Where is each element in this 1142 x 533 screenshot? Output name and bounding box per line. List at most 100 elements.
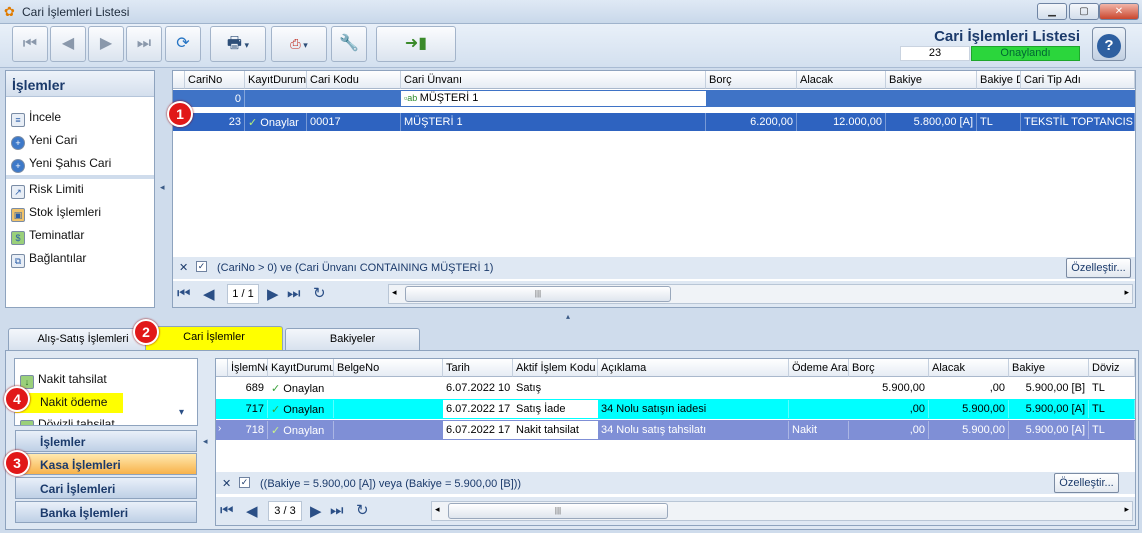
action-yeni-sahis-cari[interactable]: + Yeni Şahıs Cari <box>11 156 111 173</box>
scroll-thumb[interactable]: ||| <box>448 503 668 519</box>
last-icon: ⏭ <box>136 35 152 52</box>
column-header[interactable]: KayıtDurumu <box>245 71 307 89</box>
close-button[interactable]: ✕ <box>1099 3 1139 20</box>
export-pdf-button[interactable]: ⎙ ▾ <box>271 26 327 62</box>
minimize-button[interactable]: ▁ <box>1037 3 1067 20</box>
filter-bar: ✕ ✓ (CariNo > 0) ve (Cari Ünvanı CONTAIN… <box>173 257 1135 279</box>
first-page-icon[interactable]: ⏮ <box>177 285 191 302</box>
column-header[interactable]: Alacak <box>929 359 1009 377</box>
horizontal-scrollbar[interactable]: ◂ ||| ▸ <box>431 501 1133 521</box>
help-button[interactable]: ? <box>1092 27 1126 61</box>
column-header[interactable]: Açıklama <box>598 359 789 377</box>
action-nakit-tahsilat[interactable]: ↓ Nakit tahsilat <box>20 372 107 389</box>
filter-carino[interactable]: 0 <box>185 90 245 108</box>
next-record-button[interactable]: ▶ <box>88 26 124 62</box>
table-row[interactable]: 689 ✓ Onaylan 6.07.2022 10 Satış 5.900,0… <box>216 378 1135 398</box>
column-header[interactable]: Bakiye <box>886 71 977 89</box>
exit-button[interactable]: ➜▮ <box>376 26 456 62</box>
scroll-left-icon[interactable]: ◂ <box>435 504 440 515</box>
filter-enabled-checkbox[interactable]: ✓ <box>196 261 207 272</box>
column-header[interactable]: Borç <box>849 359 929 377</box>
column-header[interactable]: Tarih <box>443 359 513 377</box>
clear-filter-icon[interactable]: ✕ <box>179 261 188 274</box>
column-header[interactable]: İşlemNo <box>228 359 268 377</box>
refresh-button[interactable]: ⟳ <box>165 26 201 62</box>
filter-enabled-checkbox[interactable]: ✓ <box>239 477 250 488</box>
table-row[interactable]: 23 ✓ Onaylar 00017 MÜŞTERİ 1 6.200,00 12… <box>173 113 1135 131</box>
action-baglantilar[interactable]: ⧉ Bağlantılar <box>11 251 86 268</box>
column-header[interactable]: Borç <box>706 71 797 89</box>
customize-button[interactable]: Özelleştir... <box>1054 473 1119 493</box>
column-header[interactable]: Bakiye D <box>977 71 1021 89</box>
column-header[interactable]: CariNo <box>185 71 245 89</box>
column-header[interactable]: Cari Kodu <box>307 71 401 89</box>
column-header[interactable]: Döviz <box>1089 359 1135 377</box>
action-risk-limiti[interactable]: ↗ Risk Limiti <box>11 182 84 199</box>
check-icon: ✓ <box>248 117 261 129</box>
collapse-left-icon[interactable]: ◂ <box>160 182 165 193</box>
pdf-save-icon: ⎙ <box>290 36 301 51</box>
action-stok-islemleri[interactable]: ▣ Stok İşlemleri <box>11 205 101 222</box>
tab-bakiyeler[interactable]: Bakiyeler <box>285 328 420 350</box>
filter-bar: ✕ ✓ ((Bakiye = 5.900,00 [A]) veya (Bakiy… <box>216 472 1135 494</box>
first-page-icon[interactable]: ⏮ <box>220 502 234 519</box>
next-page-icon[interactable]: ▶ <box>267 285 279 303</box>
last-record-button[interactable]: ⏭ <box>126 26 162 62</box>
print-button[interactable]: 🖶 ▾ <box>210 26 266 62</box>
column-header[interactable]: Cari Ünvanı <box>401 71 706 89</box>
customize-button[interactable]: Özelleştir... <box>1066 258 1131 278</box>
action-yeni-cari[interactable]: + Yeni Cari <box>11 133 77 150</box>
nav-islemler[interactable]: İşlemler <box>15 430 197 452</box>
nav-cari-islemleri[interactable]: Cari İşlemleri <box>15 477 197 499</box>
money-icon: $ <box>11 231 25 245</box>
tab-cari-islemler[interactable]: Cari İşlemler <box>145 326 283 350</box>
prev-page-icon[interactable]: ◀ <box>203 285 215 303</box>
action-nakit-odeme[interactable]: Nakit ödeme <box>15 393 123 413</box>
column-header[interactable]: BelgeNo <box>334 359 443 377</box>
scroll-down-icon[interactable]: ▾ <box>179 407 184 418</box>
clear-filter-icon[interactable]: ✕ <box>222 477 231 490</box>
scroll-thumb[interactable]: ||| <box>405 286 671 302</box>
add-icon: + <box>11 136 25 150</box>
table-row[interactable]: 717 ✓ Onaylan 6.07.2022 17 Satış İade 34… <box>216 399 1135 419</box>
refresh-page-icon[interactable]: ↻ <box>356 501 369 519</box>
collapse-left-icon[interactable]: ◂ <box>203 436 208 447</box>
filter-unvan-input[interactable]: ▫ab MÜŞTERİ 1 <box>401 91 706 106</box>
previous-icon: ◀ <box>61 35 75 52</box>
help-icon: ? <box>1097 34 1121 58</box>
splitter-grip-icon[interactable]: ▴ <box>566 312 570 321</box>
action-incele[interactable]: ≡ İncele <box>11 110 61 127</box>
nav-banka-islemleri[interactable]: Banka İşlemleri <box>15 501 197 523</box>
column-header[interactable]: Alacak <box>797 71 886 89</box>
page-indicator: 3 / 3 <box>268 501 302 521</box>
last-page-icon[interactable]: ⏭ <box>330 502 344 519</box>
scroll-right-icon[interactable]: ▸ <box>1124 504 1129 515</box>
check-icon: ✓ <box>271 404 284 416</box>
last-page-icon[interactable]: ⏭ <box>287 285 301 302</box>
action-dovizli-tahsilat[interactable]: ↓Dövizli tahsilat <box>20 417 115 425</box>
column-header[interactable]: Aktif İşlem Kodu <box>513 359 598 377</box>
previous-record-button[interactable]: ◀ <box>50 26 86 62</box>
column-header[interactable]: Cari Tip Adı <box>1021 71 1135 89</box>
prev-page-icon[interactable]: ◀ <box>246 502 258 520</box>
refresh-page-icon[interactable]: ↻ <box>313 284 326 302</box>
window-title: Cari İşlemleri Listesi <box>22 5 130 19</box>
scroll-left-icon[interactable]: ◂ <box>392 287 397 298</box>
next-page-icon[interactable]: ▶ <box>310 502 322 520</box>
add-icon: + <box>11 159 25 173</box>
column-header[interactable]: Ödeme Ara <box>789 359 849 377</box>
table-row[interactable]: › 718 ✓ Onaylan 6.07.2022 17 Nakit tahsi… <box>216 420 1135 440</box>
column-header[interactable]: KayıtDurumu <box>268 359 334 377</box>
column-header[interactable]: Bakiye <box>1009 359 1089 377</box>
horizontal-scrollbar[interactable]: ◂ ||| ▸ <box>388 284 1133 304</box>
next-icon: ▶ <box>99 35 113 52</box>
scroll-right-icon[interactable]: ▸ <box>1124 287 1129 298</box>
action-teminatlar[interactable]: $ Teminatlar <box>11 228 84 245</box>
first-icon: ⏮ <box>22 35 38 52</box>
maximize-button[interactable]: ▢ <box>1069 3 1099 20</box>
settings-button[interactable]: 🔧 <box>331 26 367 62</box>
auto-filter-row[interactable]: 0 ▫ab MÜŞTERİ 1 <box>173 90 1135 108</box>
nav-kasa-islemleri[interactable]: Kasa İşlemleri <box>15 453 197 475</box>
first-record-button[interactable]: ⏮ <box>12 26 48 62</box>
link-icon: ⧉ <box>11 254 25 268</box>
